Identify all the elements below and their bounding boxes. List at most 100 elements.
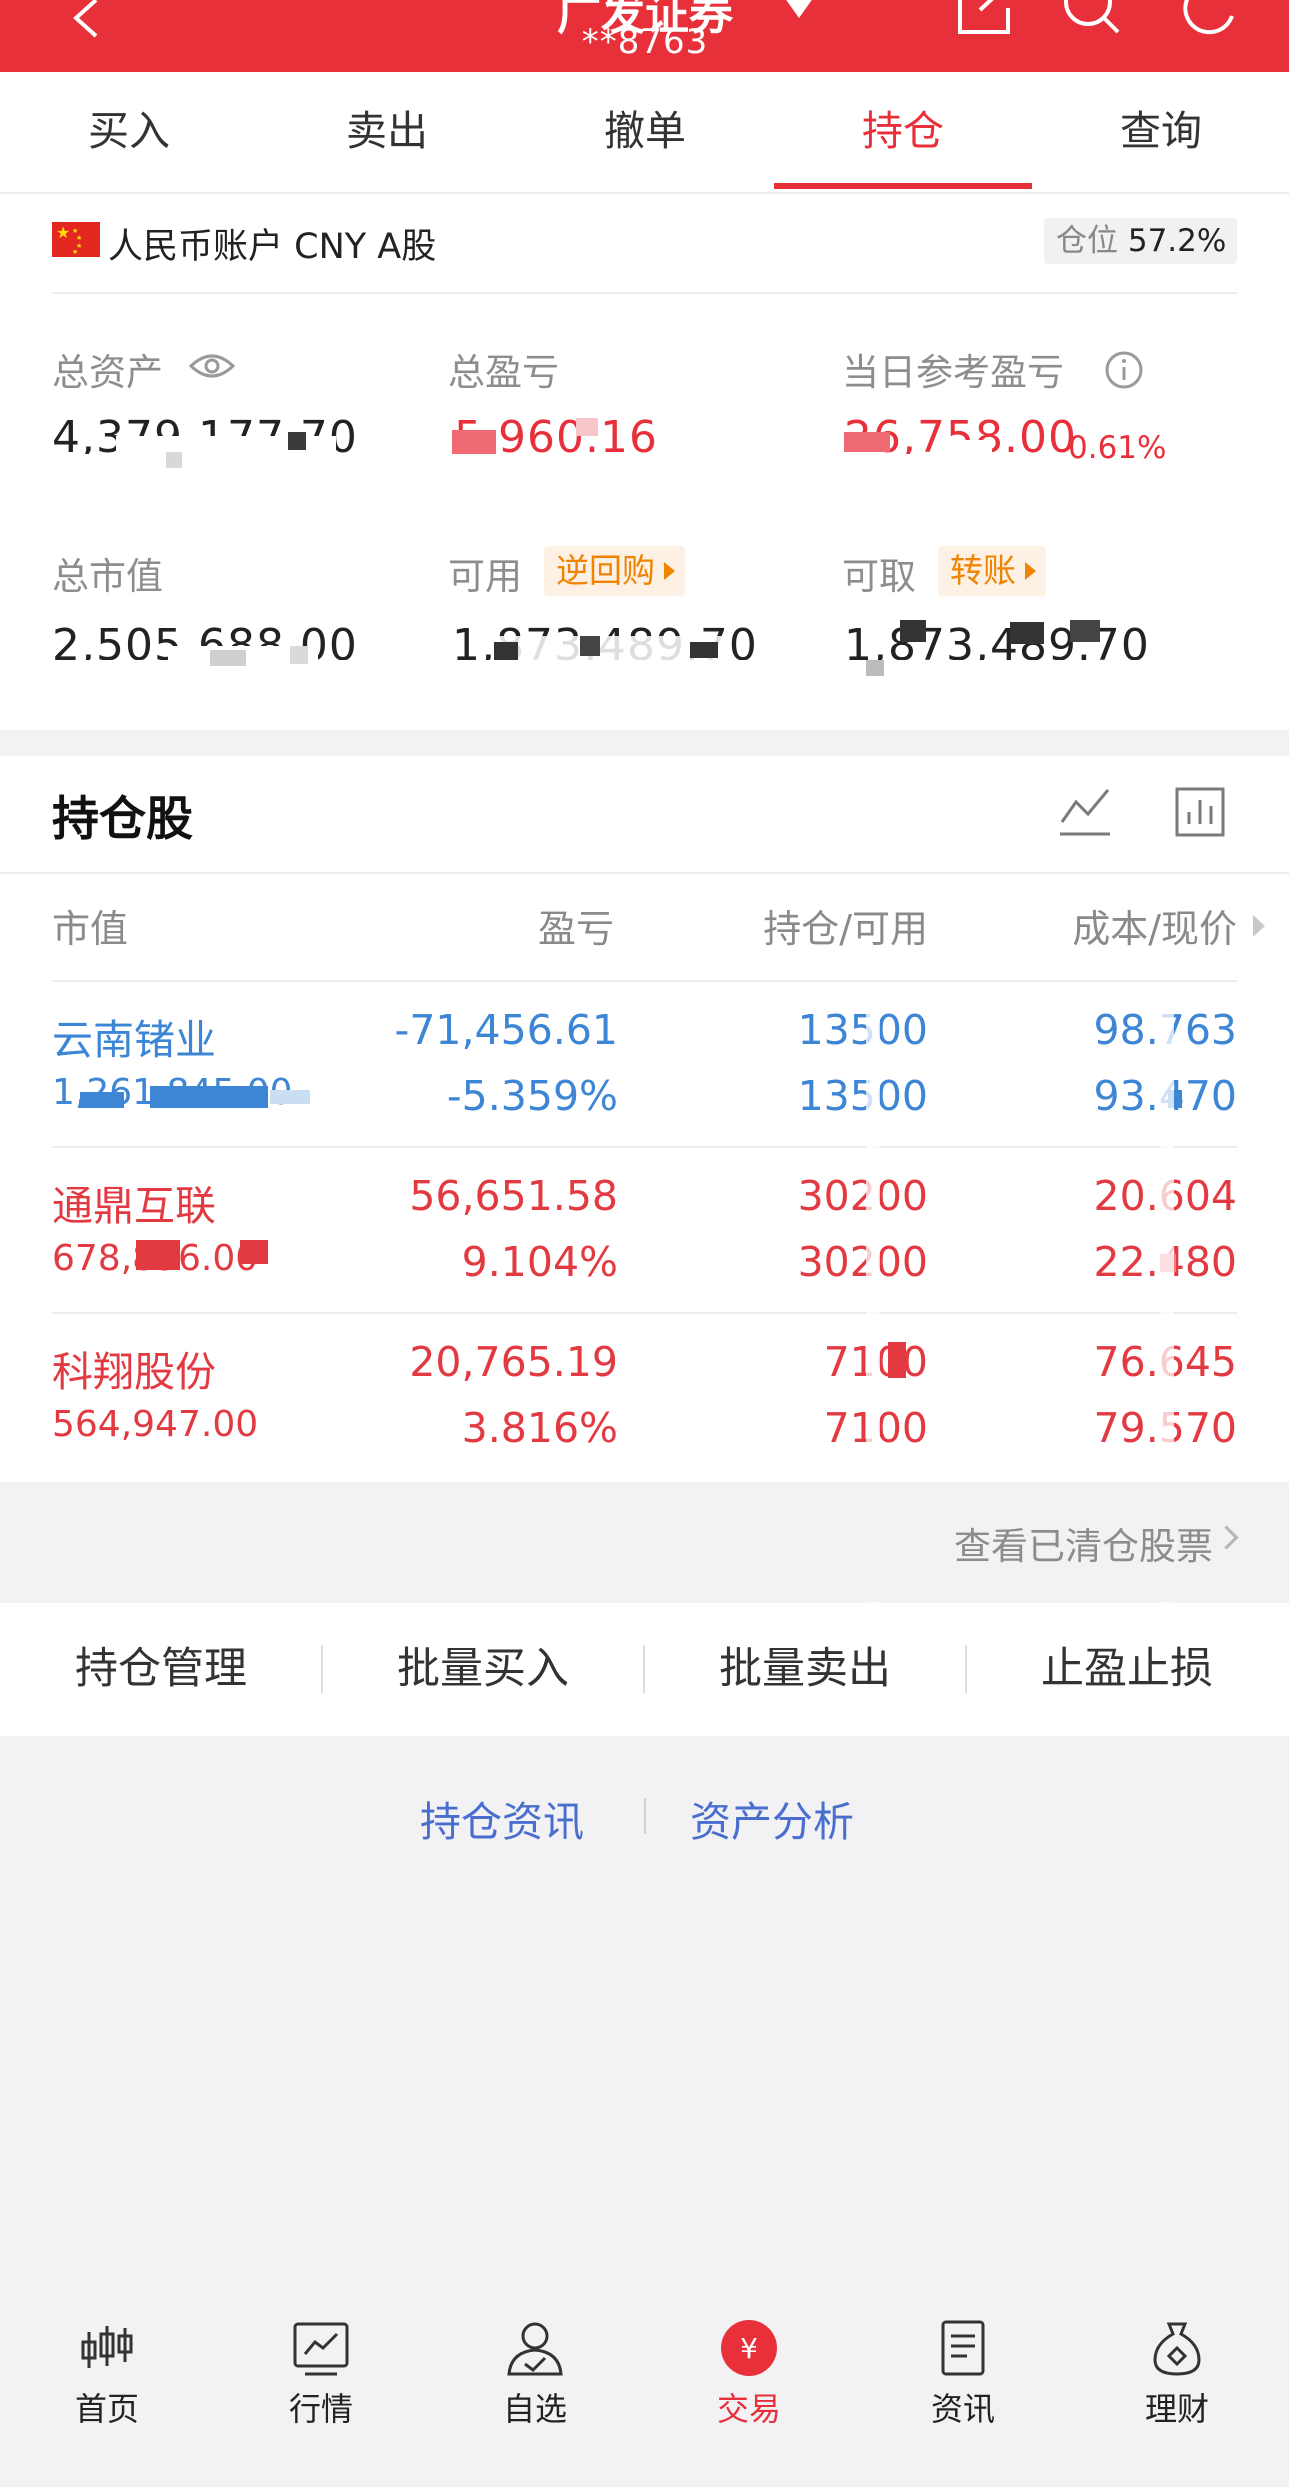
- candlestick-icon: [81, 2326, 133, 2368]
- account-number[interactable]: **8763: [540, 22, 750, 62]
- stock-pl: 56,651.58: [409, 1172, 618, 1220]
- batch-buy-button[interactable]: 批量买入: [322, 1603, 644, 1736]
- chart-line-icon: [293, 2322, 349, 2376]
- column-hold-available: 持仓/可用: [763, 907, 928, 951]
- withdrawable-label: 可取: [842, 555, 916, 598]
- stock-pl: -71,456.61: [394, 1006, 618, 1054]
- stock-market-value: 564,947.00: [52, 1404, 259, 1442]
- redaction-mask: [1010, 622, 1044, 644]
- position-label: 仓位: [1056, 223, 1118, 259]
- divider: [0, 872, 1289, 874]
- stock-pl-percent: 9.104%: [461, 1238, 618, 1286]
- nav-trade[interactable]: ¥ 交易: [642, 2318, 856, 2458]
- holdings-news-link[interactable]: 持仓资讯: [420, 1788, 584, 1848]
- nav-news[interactable]: 资讯: [856, 2318, 1070, 2458]
- divider: [644, 1798, 646, 1834]
- day-pl-percent: 0.61%: [1068, 430, 1167, 466]
- stock-hold-qty: 13500: [797, 1006, 928, 1054]
- redaction-mask: [888, 1342, 906, 1378]
- chevron-right-icon: [1025, 562, 1036, 580]
- redaction-mask: [166, 452, 182, 468]
- active-tab-indicator: [774, 183, 1032, 189]
- stock-price: 22.480: [980, 1238, 1237, 1286]
- available-label: 可用: [448, 555, 522, 598]
- reverse-repo-button[interactable]: 逆回购: [544, 546, 685, 596]
- refresh-icon[interactable]: [1178, 0, 1242, 38]
- tab-holdings[interactable]: 持仓: [774, 72, 1032, 192]
- holdings-title: 持仓股: [52, 792, 193, 847]
- stock-name: 科翔股份: [52, 1348, 216, 1396]
- tab-buy[interactable]: 买入: [0, 72, 258, 192]
- stock-cost: 98.763: [980, 1006, 1237, 1054]
- scroll-right-icon[interactable]: [1253, 915, 1265, 937]
- redaction-mask: [210, 650, 246, 666]
- position-ratio-badge: 仓位 57.2%: [1044, 218, 1237, 264]
- bar-chart-icon[interactable]: [1174, 786, 1226, 838]
- stock-cost: 20.604: [980, 1172, 1237, 1220]
- stock-pl-percent: 3.816%: [461, 1404, 618, 1452]
- stock-available-qty: 13500: [797, 1072, 928, 1120]
- redaction-mask: [288, 432, 306, 450]
- stock-cost: 76.645: [980, 1338, 1237, 1386]
- stock-price: 79.570: [980, 1404, 1237, 1452]
- reverse-repo-label: 逆回购: [556, 551, 655, 590]
- withdrawable-value: 1,873,489.70: [844, 620, 1150, 660]
- redaction-mask: [900, 620, 926, 642]
- nav-watchlist-label: 自选: [502, 2390, 567, 2428]
- cleared-stocks-link[interactable]: 查看已清仓股票: [954, 1516, 1213, 1570]
- stock-hold-qty: 30200: [797, 1172, 928, 1220]
- column-market-value: 市值: [52, 907, 129, 951]
- stock-available-qty: 7100: [680, 1404, 928, 1452]
- stock-pl-percent: -5.359%: [446, 1072, 618, 1120]
- nav-home[interactable]: 首页: [0, 2318, 214, 2458]
- column-pl: 盈亏: [537, 907, 614, 951]
- nav-watchlist[interactable]: 自选: [428, 2318, 642, 2458]
- stock-pl: 20,765.19: [409, 1338, 618, 1386]
- redaction-mask: [80, 1092, 124, 1108]
- eye-icon[interactable]: [188, 350, 236, 382]
- redaction-mask: [290, 646, 308, 664]
- position-value: 57.2%: [1127, 223, 1227, 259]
- export-icon[interactable]: [952, 0, 1016, 38]
- stop-profit-loss-button[interactable]: 止盈止损: [966, 1603, 1288, 1736]
- redaction-mask: [270, 1090, 310, 1104]
- redaction-mask: [580, 636, 600, 656]
- nav-market-label: 行情: [288, 2390, 353, 2428]
- info-icon[interactable]: [1104, 350, 1144, 390]
- redaction-mask: [452, 430, 496, 454]
- redaction-mask: [240, 1240, 268, 1264]
- tab-sell[interactable]: 卖出: [258, 72, 516, 192]
- tab-query[interactable]: 查询: [1032, 72, 1289, 192]
- nav-market[interactable]: 行情: [214, 2318, 428, 2458]
- nav-news-label: 资讯: [930, 2390, 995, 2428]
- search-icon[interactable]: [1060, 0, 1124, 38]
- account-type-label[interactable]: 人民币账户 CNY A股: [108, 218, 436, 269]
- trend-chart-icon[interactable]: [1058, 786, 1112, 840]
- nav-wealth[interactable]: 理财: [1070, 2318, 1284, 2458]
- nav-home-label: 首页: [74, 2390, 139, 2428]
- document-icon: [941, 2320, 985, 2376]
- market-value-label: 总市值: [52, 555, 163, 598]
- account-dropdown-icon[interactable]: [782, 0, 816, 18]
- stock-name: 通鼎互联: [52, 1182, 216, 1230]
- svg-text:¥: ¥: [740, 2332, 758, 2365]
- stock-available-qty: 30200: [797, 1238, 928, 1286]
- total-pl-label: 总盈亏: [448, 351, 559, 394]
- redaction-mask: [494, 642, 518, 660]
- asset-analysis-link[interactable]: 资产分析: [690, 1788, 854, 1848]
- top-header: 广发证券 **8763: [0, 0, 1289, 72]
- tab-cancel[interactable]: 撤单: [516, 72, 774, 192]
- stock-name: 云南锗业: [52, 1016, 216, 1064]
- transfer-button[interactable]: 转账: [938, 546, 1046, 596]
- transfer-label: 转账: [950, 551, 1016, 590]
- redaction-mask: [576, 418, 598, 436]
- back-icon[interactable]: [66, 0, 106, 38]
- money-bag-icon: [1153, 2322, 1201, 2376]
- column-cost-price: 成本/现价: [1072, 907, 1237, 951]
- batch-sell-button[interactable]: 批量卖出: [644, 1603, 966, 1736]
- total-assets-label: 总资产: [52, 351, 163, 394]
- manage-holdings-button[interactable]: 持仓管理: [0, 1603, 322, 1736]
- redaction-mask: [690, 642, 718, 658]
- nav-wealth-label: 理财: [1144, 2390, 1209, 2428]
- user-check-icon: [507, 2322, 563, 2376]
